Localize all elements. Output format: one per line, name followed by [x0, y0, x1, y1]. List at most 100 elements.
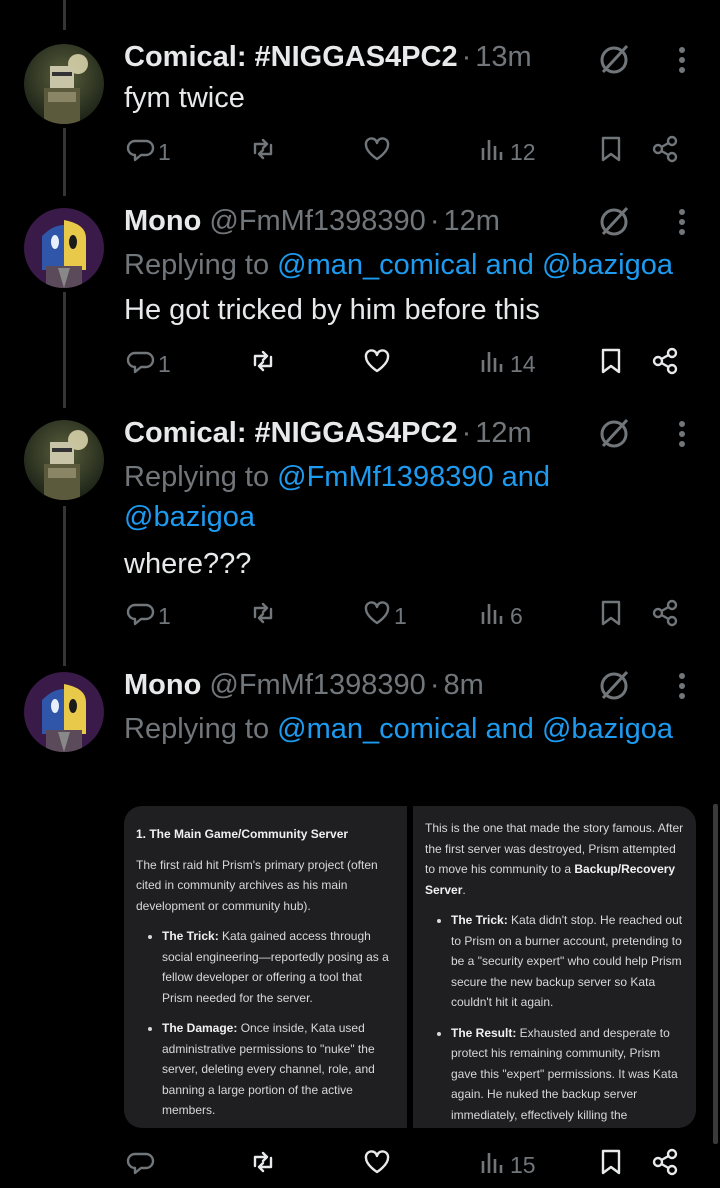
display-name[interactable]: Mono: [124, 205, 201, 237]
grok-icon[interactable]: [596, 204, 632, 240]
bullet-label: The Trick:: [162, 929, 219, 943]
replying-and: and: [477, 249, 542, 281]
separator-dot: ·: [461, 41, 472, 73]
scrollbar[interactable]: [713, 804, 718, 1144]
replying-and: and: [493, 461, 551, 493]
views-icon: [478, 598, 508, 634]
like-button[interactable]: [362, 1145, 394, 1185]
like-button[interactable]: [362, 344, 394, 384]
media-intro: The first raid hit Prism's primary proje…: [136, 857, 378, 913]
display-name[interactable]: Comical: #NIGGAS4PC2: [124, 41, 458, 73]
media-bullet: The Result: Exhausted and desperate to p…: [451, 1023, 684, 1126]
bookmark-button[interactable]: [596, 344, 626, 384]
share-button[interactable]: [650, 344, 680, 384]
action-bar: 1 1 6: [124, 596, 690, 636]
mention-link[interactable]: @man_comical: [277, 713, 477, 745]
views-button[interactable]: 15: [478, 1145, 536, 1185]
like-count: 1: [394, 602, 407, 629]
replying-to: Replying to @FmMf1398390 and @bazigoa: [124, 457, 594, 537]
bookmark-button[interactable]: [596, 1145, 626, 1185]
more-icon[interactable]: [676, 42, 688, 78]
mention-link[interactable]: @bazigoa: [124, 501, 255, 533]
avatar[interactable]: [24, 420, 104, 500]
timestamp[interactable]: 13m: [475, 41, 531, 73]
grok-icon[interactable]: [596, 416, 632, 452]
views-icon: [478, 134, 508, 170]
media-attachment[interactable]: 1. The Main Game/Community Server The fi…: [124, 806, 696, 1128]
views-button[interactable]: 14: [478, 344, 536, 384]
reply-count: 1: [158, 138, 171, 165]
mention-link[interactable]: @FmMf1398390: [277, 461, 493, 493]
more-icon[interactable]: [676, 416, 688, 452]
like-icon: [362, 346, 392, 382]
views-button[interactable]: 12: [478, 132, 536, 172]
bullet-label: The Trick:: [451, 913, 508, 927]
media-panel-left: 1. The Main Game/Community Server The fi…: [124, 806, 407, 1128]
more-icon[interactable]: [676, 668, 688, 704]
reply-button[interactable]: [126, 1145, 158, 1185]
reply-button[interactable]: 1: [126, 596, 171, 636]
bookmark-button[interactable]: [596, 596, 626, 636]
media-panel-right: This is the one that made the story famo…: [413, 806, 696, 1128]
post[interactable]: Comical: #NIGGAS4PC2 · 13m fym twice 1 12: [0, 0, 720, 196]
display-name[interactable]: Comical: #NIGGAS4PC2: [124, 417, 458, 449]
post[interactable]: Comical: #NIGGAS4PC2 · 12m Replying to @Fm…: [0, 408, 720, 664]
views-count: 14: [510, 350, 536, 377]
grok-icon[interactable]: [596, 42, 632, 78]
like-button[interactable]: 1: [362, 596, 407, 636]
media-bullet: The Trick: Kata gained access through so…: [162, 926, 395, 1008]
avatar[interactable]: [24, 208, 104, 288]
grok-icon[interactable]: [596, 668, 632, 704]
display-name[interactable]: Mono: [124, 669, 201, 701]
mention-link[interactable]: @man_comical: [277, 249, 477, 281]
share-button[interactable]: [650, 596, 680, 636]
post-text: fym twice: [124, 82, 245, 114]
views-count: 12: [510, 138, 536, 165]
user-handle[interactable]: @FmMf1398390: [209, 205, 425, 237]
timestamp[interactable]: 12m: [475, 417, 531, 449]
separator-dot: ·: [429, 669, 440, 701]
reply-count: 1: [158, 602, 171, 629]
media-bullet-list: The Trick: Kata gained access through so…: [136, 926, 395, 1121]
media-bullet-list: The Trick: Kata didn't stop. He reached …: [425, 910, 684, 1125]
reply-icon: [126, 134, 156, 170]
repost-button[interactable]: [248, 344, 280, 384]
like-icon: [362, 598, 392, 634]
views-icon: [478, 1147, 508, 1183]
repost-button[interactable]: [248, 1145, 280, 1185]
repost-button[interactable]: [248, 132, 280, 172]
like-button[interactable]: [362, 132, 394, 172]
bullet-label: The Damage:: [162, 1021, 238, 1035]
media-title: 1. The Main Game/Community Server: [136, 827, 349, 841]
share-icon: [650, 1147, 680, 1183]
views-icon: [478, 346, 508, 382]
mention-link[interactable]: @bazigoa: [542, 249, 673, 281]
action-bar: 1 14: [124, 344, 690, 384]
avatar[interactable]: [24, 44, 104, 124]
views-count: 6: [510, 602, 523, 629]
repost-icon: [248, 598, 278, 634]
post-text: where???: [124, 548, 252, 580]
avatar[interactable]: [24, 672, 104, 752]
timestamp[interactable]: 12m: [443, 205, 499, 237]
views-button[interactable]: 6: [478, 596, 523, 636]
bookmark-icon: [596, 134, 626, 170]
share-button[interactable]: [650, 132, 680, 172]
repost-icon: [248, 1147, 278, 1183]
post[interactable]: Mono @FmMf1398390 · 12m Replying to @man_c…: [0, 196, 720, 408]
timestamp[interactable]: 8m: [443, 669, 483, 701]
reply-button[interactable]: 1: [126, 132, 171, 172]
mention-link[interactable]: @bazigoa: [542, 713, 673, 745]
like-icon: [362, 1147, 392, 1183]
user-handle[interactable]: @FmMf1398390: [209, 669, 425, 701]
more-icon[interactable]: [676, 204, 688, 240]
share-icon: [650, 346, 680, 382]
repost-button[interactable]: [248, 596, 280, 636]
bookmark-button[interactable]: [596, 132, 626, 172]
reply-button[interactable]: 1: [126, 344, 171, 384]
like-icon: [362, 134, 392, 170]
share-icon: [650, 134, 680, 170]
replying-prefix: Replying to: [124, 713, 278, 745]
share-button[interactable]: [650, 1145, 680, 1185]
repost-icon: [248, 134, 278, 170]
